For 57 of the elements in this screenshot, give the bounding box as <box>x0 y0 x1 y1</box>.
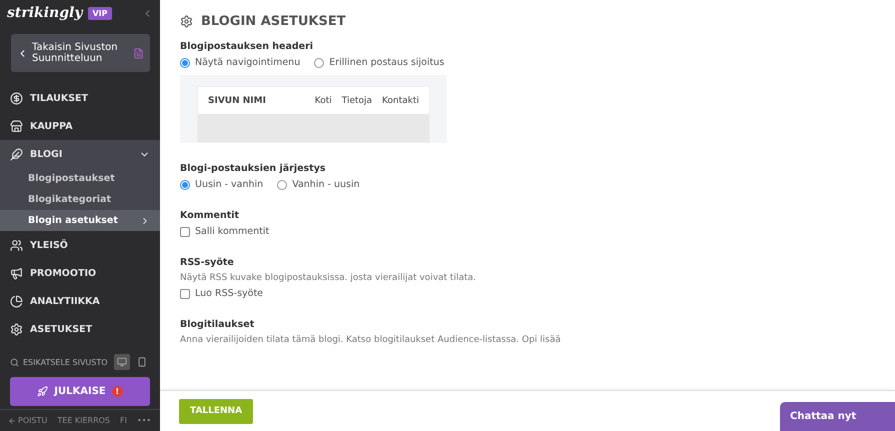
chat-button[interactable]: Chattaa nyt <box>780 402 895 431</box>
preview-link[interactable]: ESIKATSELE SIVUSTO <box>23 358 108 366</box>
nav-item[interactable]: PROMOOTIO <box>0 259 160 287</box>
phone-icon <box>137 357 147 367</box>
alert-badge: ! <box>112 386 123 397</box>
pie-chart-icon <box>10 294 23 308</box>
nav-subitem[interactable]: Blogipostaukset <box>0 168 160 189</box>
megaphone-icon <box>10 266 23 280</box>
checkbox-option[interactable]: Luo RSS-syöte <box>180 288 264 299</box>
nav-item[interactable]: ANALYTIIKKA <box>0 287 160 315</box>
section-description: Näytä RSS kuvake blogipostauksissa. josta vierailijat voivat tilata. <box>180 273 477 283</box>
radio-option[interactable]: Erillinen postaus sijoitus <box>314 57 444 68</box>
store-icon <box>10 120 23 132</box>
nav-subitem[interactable]: Blogikategoriat <box>0 189 160 210</box>
monitor-icon <box>117 357 127 367</box>
people-icon <box>10 238 23 252</box>
nav-item[interactable]: TILAUKSET <box>0 84 160 112</box>
section-heading: Blogipostauksen headeri <box>180 41 314 52</box>
footer-link[interactable]: FI <box>120 416 127 425</box>
arrow-left-icon <box>8 416 16 424</box>
section-heading: Kommentit <box>180 210 240 221</box>
logo: strikingly <box>7 5 82 21</box>
radio-button[interactable] <box>180 180 190 190</box>
page-title: BLOGIN ASETUKSET <box>201 14 346 29</box>
desktop-button[interactable] <box>114 354 130 370</box>
nav-item[interactable]: YLEISÖ <box>0 231 160 259</box>
checkbox[interactable] <box>180 288 190 298</box>
radio-button[interactable] <box>314 58 324 68</box>
section-heading: Blogi-postauksien järjestys <box>180 163 327 174</box>
page-icon <box>133 48 144 58</box>
footer-link[interactable]: TEE KIERROS <box>57 416 110 425</box>
radio-button[interactable] <box>277 180 288 190</box>
nav-item[interactable]: BLOGI <box>0 140 160 168</box>
feather-icon <box>10 148 23 160</box>
nav-item[interactable]: ASETUKSET <box>0 315 160 343</box>
site-name: SIVUN NIMI <box>208 96 266 106</box>
publish-button[interactable]: JULKAISE ! <box>10 377 150 406</box>
section-heading: RSS-syöte <box>180 257 235 268</box>
rocket-icon <box>37 386 48 397</box>
radio-option[interactable]: Uusin - vanhin <box>180 179 264 190</box>
section-heading: Blogitilaukset <box>180 319 256 330</box>
nav-subitem[interactable]: Blogin asetukset <box>0 210 160 231</box>
checkbox-option[interactable]: Salli kommentit <box>180 226 270 237</box>
footer-link[interactable]: ••• <box>136 416 152 425</box>
vip-badge: VIP <box>88 6 112 20</box>
nav-item[interactable]: KAUPPA <box>0 112 160 140</box>
radio-button[interactable] <box>180 58 190 68</box>
gear-icon <box>180 15 193 28</box>
checkbox[interactable] <box>180 226 190 236</box>
gear-icon <box>10 322 23 336</box>
dollar-icon <box>10 92 23 104</box>
radio-option[interactable]: Vanhin - uusin <box>277 179 360 190</box>
section-description: Anna vierailijoiden tilata tämä blogi. Katso blogitilaukset Audience-listassa. Opi lisää <box>180 335 562 345</box>
radio-option[interactable]: Näytä navigointimenu <box>180 57 300 68</box>
back-button[interactable]: Takaisin Sivuston Suunnitteluun <box>11 34 150 72</box>
search-icon <box>10 358 19 366</box>
footer-link[interactable]: POISTU <box>8 416 48 425</box>
